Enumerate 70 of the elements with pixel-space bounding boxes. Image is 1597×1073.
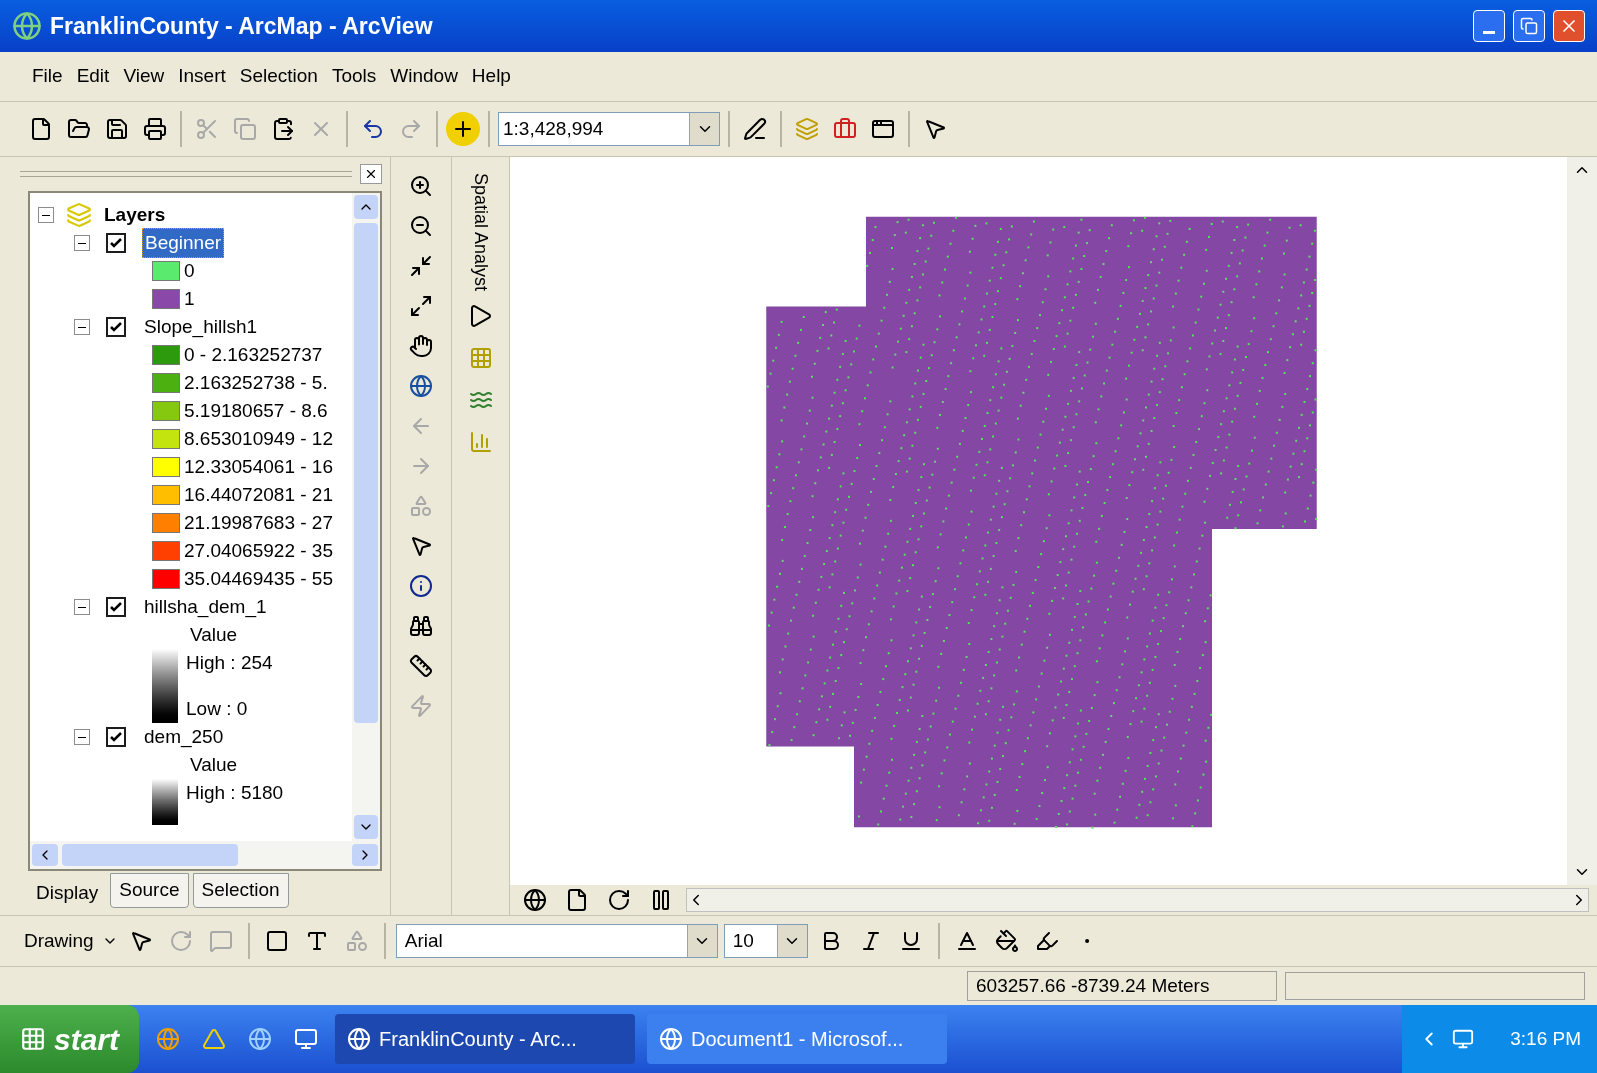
add-data-icon[interactable] — [446, 112, 480, 146]
vertical-scrollbar[interactable] — [352, 193, 380, 841]
legend-heading: Value — [190, 754, 238, 775]
start-button[interactable]: start — [0, 1005, 140, 1073]
status-coordinates: 603257.66 -8739.24 Meters — [967, 970, 1277, 1002]
data-frame-label[interactable]: Layers — [104, 200, 166, 230]
taskbar-task[interactable]: FranklinCounty - Arc... — [335, 1014, 636, 1064]
layer-name[interactable]: Slope_hillsh1 — [142, 312, 260, 342]
app-globe-icon — [347, 1027, 372, 1051]
panel-tab[interactable]: Selection — [192, 873, 289, 908]
legend-heading: Value — [190, 624, 238, 645]
legend-label: 8.653010949 - 12 — [184, 426, 333, 451]
legend-label: 12.33054061 - 16 — [184, 454, 333, 479]
legend-label: 27.04065922 - 35 — [184, 538, 333, 563]
layer-checkbox[interactable] — [106, 727, 126, 747]
app-globe-icon — [659, 1027, 684, 1051]
window-title: FranklinCounty - ArcMap - ArcView — [50, 11, 434, 41]
menu-item[interactable]: View — [119, 62, 169, 91]
taskbar-task[interactable]: Document1 - Microsof... — [647, 1014, 948, 1064]
menu-item[interactable]: Insert — [174, 62, 230, 91]
legend-label: 16.44072081 - 21 — [184, 482, 333, 507]
menu-item[interactable]: Window — [386, 62, 462, 91]
legend-label: 5.19180657 - 8.6 — [184, 398, 328, 423]
restore-button[interactable] — [1513, 10, 1545, 42]
legend-label: High : 5180 — [186, 781, 284, 805]
close-icon — [364, 167, 378, 181]
legend-label: 1 — [184, 286, 195, 311]
font-dropdown[interactable]: Arial — [395, 924, 718, 958]
map-vertical-scrollbar[interactable] — [1567, 157, 1597, 885]
map-canvas[interactable] — [510, 157, 1567, 885]
legend-label: 0 — [184, 258, 195, 283]
menu-item[interactable]: Edit — [72, 62, 114, 91]
legend-label: High : 254 — [186, 651, 273, 675]
legend-label: 2.163252738 - 5. — [184, 370, 328, 395]
minimize-icon — [1483, 30, 1495, 34]
drawing-menu[interactable]: Drawing — [24, 926, 118, 956]
menu-item[interactable]: Selection — [235, 62, 322, 91]
menu-item[interactable]: Help — [467, 62, 515, 91]
minimize-button[interactable] — [1473, 10, 1505, 42]
color-ramp — [152, 779, 178, 825]
restore-icon — [1520, 17, 1538, 35]
layers-icon — [66, 202, 92, 228]
layer-name[interactable]: Beginner — [142, 227, 225, 259]
close-button[interactable] — [1553, 10, 1585, 42]
legend-label: 35.04469435 - 55 — [184, 566, 333, 591]
scale-dropdown[interactable]: 1:3,428,994 — [498, 112, 720, 146]
horizontal-scrollbar[interactable] — [30, 841, 380, 869]
font-size-dropdown[interactable]: 10 — [723, 924, 808, 958]
panel-tab[interactable]: Source — [110, 873, 189, 908]
network-icon[interactable] — [1452, 1028, 1475, 1050]
layer-name[interactable]: dem_250 — [142, 722, 226, 752]
toolbar-title: Spatial Analyst — [470, 173, 492, 292]
collapse-icon[interactable] — [38, 207, 54, 223]
collapse-icon[interactable] — [74, 319, 90, 335]
layer-name[interactable]: hillsha_dem_1 — [142, 592, 269, 622]
legend-label: Low : 0 — [186, 696, 249, 721]
legend-label: 21.19987683 - 27 — [184, 510, 333, 535]
layer-checkbox[interactable] — [106, 597, 126, 617]
layer-checkbox[interactable] — [106, 233, 126, 253]
layer-checkbox[interactable] — [106, 317, 126, 337]
collapse-icon[interactable] — [74, 235, 90, 251]
collapse-icon[interactable] — [74, 599, 90, 615]
panel-close-button[interactable] — [360, 164, 382, 184]
legend-label: 0 - 2.163252737 — [184, 342, 323, 367]
menu-item[interactable]: Tools — [327, 62, 381, 91]
map-horizontal-scrollbar[interactable] — [686, 888, 1589, 912]
clock: 3:16 PM — [1509, 1026, 1581, 1051]
app-globe-icon — [12, 11, 42, 41]
collapse-icon[interactable] — [74, 729, 90, 745]
menu-item[interactable]: File — [28, 62, 67, 91]
